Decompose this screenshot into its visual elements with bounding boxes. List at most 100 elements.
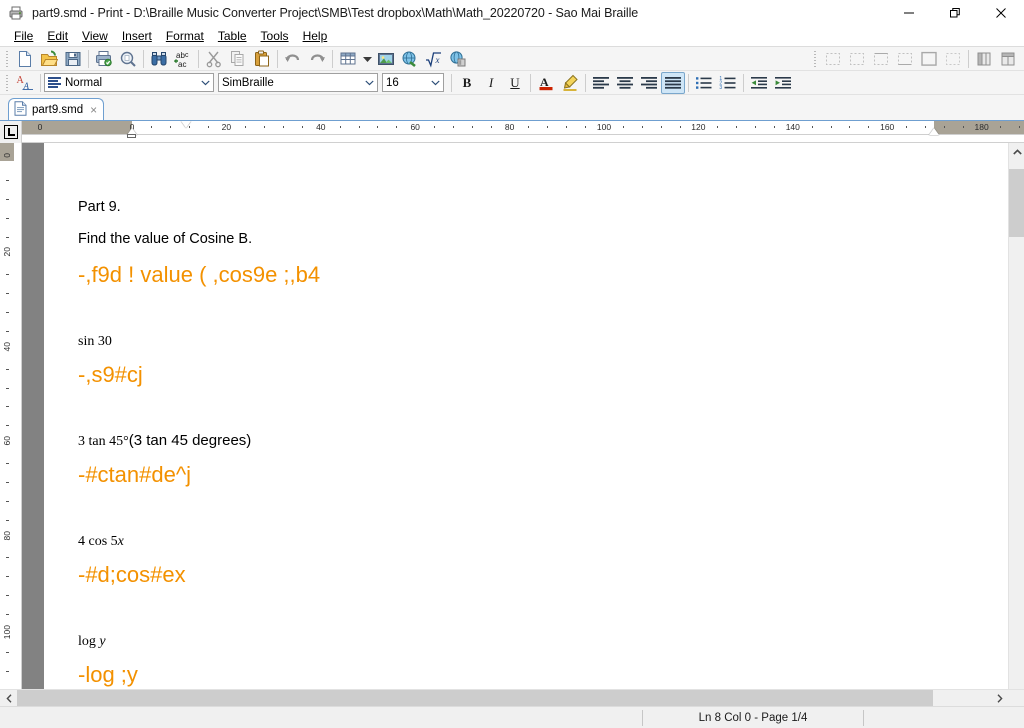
- ruler-minor-tick: [1019, 126, 1021, 128]
- copy-icon[interactable]: [226, 48, 250, 70]
- menu-table-label: Table: [217, 29, 247, 43]
- menu-edit[interactable]: Edit: [40, 27, 75, 45]
- ruler-minor-tick: [6, 576, 9, 578]
- new-document-icon[interactable]: [13, 48, 37, 70]
- vertical-scrollbar[interactable]: [1008, 143, 1024, 689]
- menu-insert[interactable]: Insert: [115, 27, 159, 45]
- find-binoculars-icon[interactable]: [147, 48, 171, 70]
- numbered-list-icon[interactable]: 123: [716, 72, 740, 94]
- ruler-minor-tick: [6, 368, 9, 370]
- menu-tools[interactable]: Tools: [254, 27, 296, 45]
- ruler-minor-tick: [207, 126, 209, 128]
- minimize-icon[interactable]: [886, 0, 932, 26]
- cut-scissors-icon[interactable]: [202, 48, 226, 70]
- horizontal-scrollbar[interactable]: [0, 689, 1024, 706]
- insert-table-icon[interactable]: [336, 48, 360, 70]
- decrease-indent-icon[interactable]: [747, 72, 771, 94]
- scroll-right-icon[interactable]: [991, 690, 1008, 706]
- ruler-tick: 60: [2, 436, 12, 446]
- menu-format[interactable]: Format: [159, 27, 211, 45]
- menu-file[interactable]: File: [7, 27, 40, 45]
- document-page[interactable]: Part 9. Find the value of Cosine B. -,f9…: [44, 143, 1008, 689]
- font-size-select[interactable]: 16: [382, 73, 444, 92]
- increase-indent-icon[interactable]: [771, 72, 795, 94]
- align-left-icon[interactable]: [589, 72, 613, 94]
- menu-view[interactable]: View: [75, 27, 115, 45]
- doc-math-logy-var: y: [99, 634, 106, 649]
- horizontal-scroll-thumb[interactable]: [17, 690, 933, 706]
- ruler-minor-tick: [868, 126, 870, 128]
- tab-part9-smd[interactable]: part9.smd ×: [8, 98, 105, 120]
- border-right-icon: [845, 48, 869, 70]
- doc-math-sin30: sin 30: [78, 334, 112, 349]
- ruler-minor-tick: [943, 126, 945, 128]
- left-tab-stop-icon[interactable]: [0, 121, 22, 143]
- italic-button[interactable]: I: [479, 72, 503, 94]
- redo-icon[interactable]: [305, 48, 329, 70]
- clear-formatting-icon[interactable]: A A: [13, 72, 37, 94]
- save-icon[interactable]: [61, 48, 85, 70]
- horizontal-scroll-track[interactable]: [17, 690, 991, 706]
- first-line-indent-marker[interactable]: [181, 121, 191, 128]
- ruler-minor-tick: [924, 126, 926, 128]
- menu-help[interactable]: Help: [296, 27, 335, 45]
- highlight-color-icon[interactable]: [558, 72, 582, 94]
- ruler-tick: 80: [504, 122, 515, 132]
- print-icon[interactable]: [92, 48, 116, 70]
- italic-label: I: [488, 74, 494, 90]
- replace-abc-icon[interactable]: ab c ac: [171, 48, 195, 70]
- restore-icon[interactable]: [932, 0, 978, 26]
- toolbar-separator: [332, 49, 333, 68]
- close-icon[interactable]: ×: [90, 103, 97, 117]
- align-center-icon[interactable]: [613, 72, 637, 94]
- ruler-minor-tick: [169, 126, 171, 128]
- font-family-select[interactable]: SimBraille: [218, 73, 378, 92]
- underline-button[interactable]: U: [503, 72, 527, 94]
- doc-math-tan45-note: (3 tan 45 degrees): [128, 432, 252, 449]
- left-indent-marker[interactable]: [127, 134, 136, 138]
- chevron-down-icon[interactable]: [197, 74, 213, 91]
- ruler-minor-tick: [6, 387, 9, 389]
- bold-button[interactable]: B: [455, 72, 479, 94]
- ruler-minor-tick: [396, 126, 398, 128]
- menu-table[interactable]: Table: [211, 27, 254, 45]
- scroll-up-icon[interactable]: [1009, 143, 1024, 160]
- menu-view-label: View: [82, 29, 108, 43]
- ruler-minor-tick: [6, 557, 9, 559]
- vertical-scroll-thumb[interactable]: [1009, 169, 1024, 237]
- toolbar-separator: [88, 49, 89, 68]
- menu-help-label: Help: [302, 29, 328, 43]
- vertical-ruler[interactable]: 0 20 40 60 80 100: [0, 143, 22, 689]
- print-preview-icon[interactable]: [116, 48, 140, 70]
- ruler-minor-tick: [755, 126, 757, 128]
- bullet-list-icon[interactable]: [692, 72, 716, 94]
- scroll-left-icon[interactable]: [0, 690, 17, 706]
- menu-file-label: File: [14, 29, 34, 43]
- right-indent-marker[interactable]: [929, 128, 940, 135]
- split-cells-icon: [972, 48, 996, 70]
- toolbar-grip[interactable]: [3, 50, 11, 68]
- insert-object-icon[interactable]: [446, 48, 470, 70]
- paste-icon[interactable]: [250, 48, 274, 70]
- ruler-tick: 40: [2, 341, 12, 352]
- chevron-down-icon[interactable]: [427, 74, 443, 91]
- font-color-icon[interactable]: A: [534, 72, 558, 94]
- align-justify-icon[interactable]: [661, 71, 685, 94]
- open-folder-icon[interactable]: [37, 48, 61, 70]
- undo-icon[interactable]: [281, 48, 305, 70]
- ruler-minor-tick: [6, 406, 9, 408]
- horizontal-ruler[interactable]: 0 0 20 40 60 80 100 120 140 160 180: [22, 121, 1024, 142]
- insert-hyperlink-icon[interactable]: [398, 48, 422, 70]
- border-all-icon: [917, 48, 941, 70]
- toolbar-grip[interactable]: [3, 74, 11, 92]
- close-icon[interactable]: [978, 0, 1024, 26]
- insert-image-icon[interactable]: [374, 48, 398, 70]
- border-left-icon: [821, 48, 845, 70]
- table-dropdown-icon[interactable]: [360, 48, 374, 70]
- paragraph-style-select[interactable]: Normal: [44, 73, 214, 92]
- chevron-down-icon[interactable]: [361, 74, 377, 91]
- align-right-icon[interactable]: [637, 72, 661, 94]
- insert-formula-icon[interactable]: x: [422, 48, 446, 70]
- ruler-minor-tick: [6, 614, 9, 616]
- toolbar-grip[interactable]: [811, 50, 819, 68]
